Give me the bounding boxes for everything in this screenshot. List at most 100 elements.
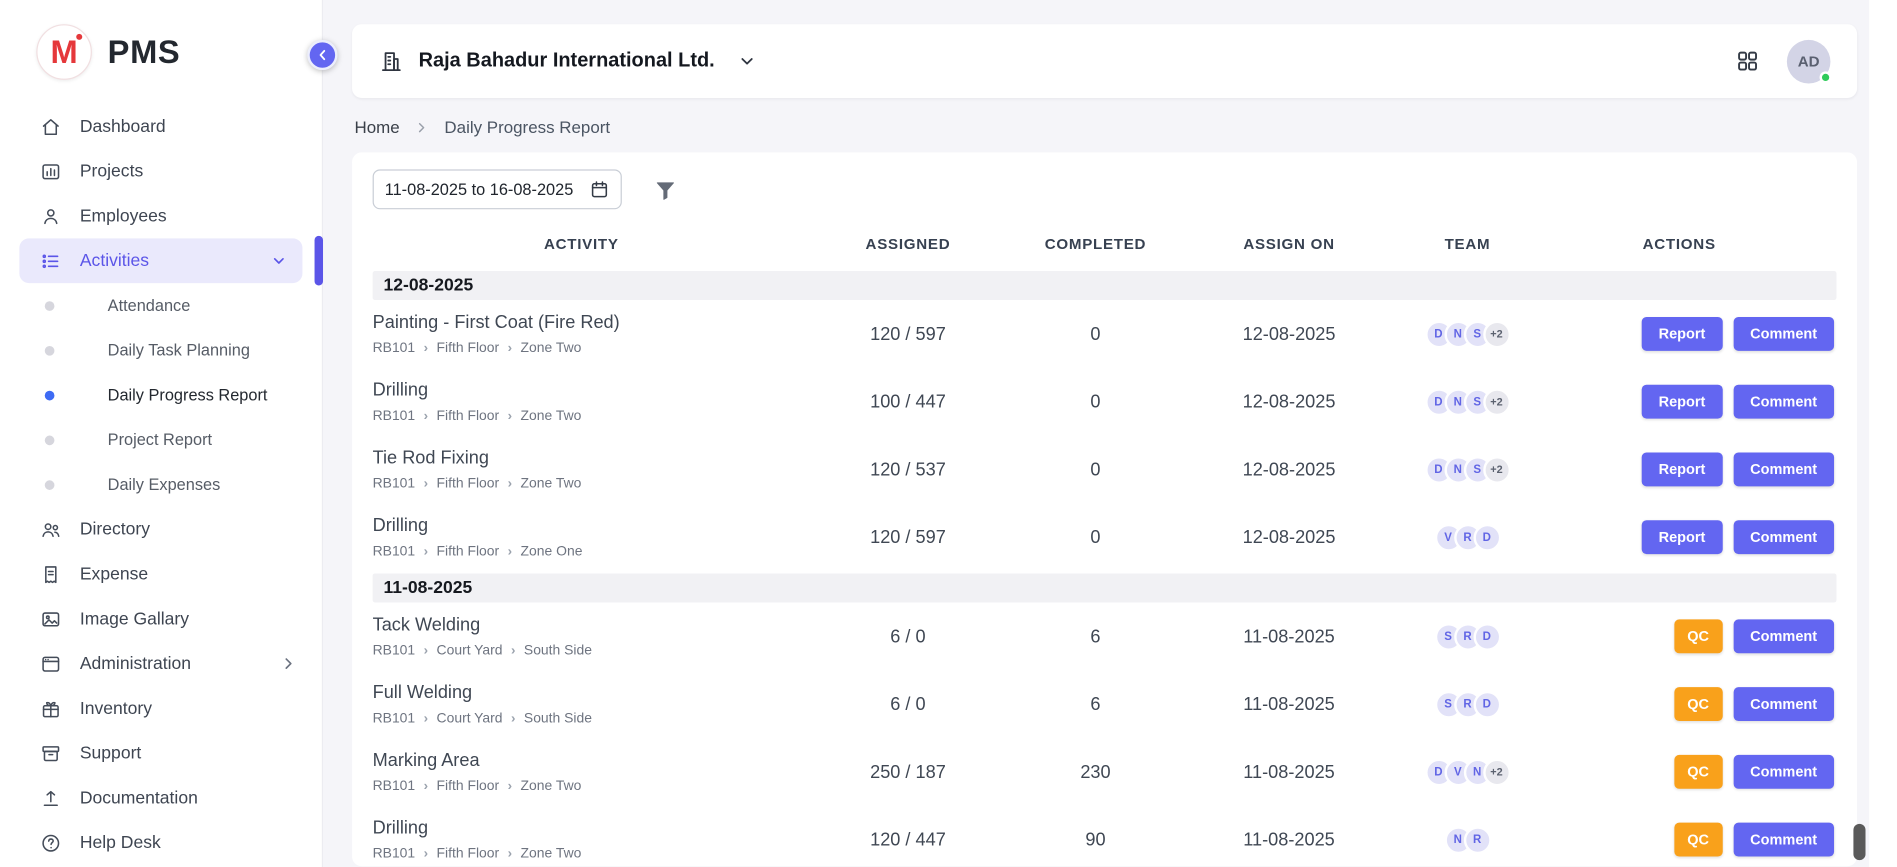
- help-desk-icon: [40, 832, 62, 854]
- qc-button[interactable]: QC: [1674, 823, 1722, 857]
- sidebar-item-dashboard[interactable]: Dashboard: [0, 104, 322, 149]
- sidebar-item-label: Expense: [80, 564, 148, 583]
- bullet-icon: [45, 390, 55, 400]
- comment-button[interactable]: Comment: [1733, 755, 1834, 789]
- team-member-avatar[interactable]: D: [1473, 690, 1501, 718]
- sidebar-subitem-daily-task-planning[interactable]: Daily Task Planning: [0, 328, 322, 373]
- team-avatars: DNS+2: [1413, 455, 1522, 483]
- team-member-avatar[interactable]: R: [1463, 826, 1491, 854]
- filter-button[interactable]: [653, 177, 677, 201]
- report-button[interactable]: Report: [1642, 385, 1723, 419]
- comment-button[interactable]: Comment: [1733, 520, 1834, 554]
- sidebar-item-image-gallary[interactable]: Image Gallary: [0, 596, 322, 641]
- company-selector[interactable]: Raja Bahadur International Ltd.: [379, 48, 757, 73]
- comment-button[interactable]: Comment: [1733, 385, 1834, 419]
- completed-value: 230: [1026, 762, 1165, 783]
- comment-button[interactable]: Comment: [1733, 687, 1834, 721]
- sidebar-item-label: Activities: [80, 251, 149, 270]
- sidebar-subitem-daily-expenses[interactable]: Daily Expenses: [0, 462, 322, 507]
- team-extra-count[interactable]: +2: [1483, 388, 1511, 416]
- assigned-value: 6 / 0: [790, 694, 1026, 715]
- sidebar-item-label: Employees: [80, 206, 167, 225]
- viewport: M PMS DashboardProjectsEmployeesActiviti…: [0, 0, 1897, 867]
- sidebar-item-projects[interactable]: Projects: [0, 149, 322, 194]
- sidebar-subitem-project-report[interactable]: Project Report: [0, 417, 322, 462]
- user-avatar[interactable]: AD: [1787, 39, 1831, 83]
- comment-button[interactable]: Comment: [1733, 619, 1834, 653]
- location-segment: Fifth Floor: [437, 341, 500, 356]
- qc-button[interactable]: QC: [1674, 687, 1722, 721]
- activity-row: Tie Rod FixingRB101›Fifth Floor›Zone Two…: [373, 437, 1837, 505]
- home-icon: [40, 116, 62, 138]
- breadcrumb-current: Daily Progress Report: [444, 117, 610, 136]
- documentation-icon: [40, 787, 62, 809]
- column-header-team: TEAM: [1413, 236, 1522, 253]
- sidebar-item-support[interactable]: Support: [0, 731, 322, 776]
- team-extra-count[interactable]: +2: [1483, 758, 1511, 786]
- chevron-right-icon: ›: [424, 779, 428, 794]
- header-actions: AD: [1735, 39, 1831, 83]
- sidebar-item-inventory[interactable]: Inventory: [0, 686, 322, 731]
- report-button[interactable]: Report: [1642, 452, 1723, 486]
- scrollbar-thumb[interactable]: [1853, 824, 1865, 860]
- team-extra-count[interactable]: +2: [1483, 320, 1511, 348]
- location-segment: Fifth Floor: [437, 477, 500, 492]
- sidebar-item-label: Help Desk: [80, 833, 161, 852]
- sidebar-item-activities[interactable]: Activities: [19, 238, 302, 283]
- assigned-value: 100 / 447: [790, 391, 1026, 412]
- location-segment: RB101: [373, 477, 416, 492]
- team-extra-count[interactable]: +2: [1483, 455, 1511, 483]
- report-button[interactable]: Report: [1642, 317, 1723, 351]
- activity-cell: DrillingRB101›Fifth Floor›Zone Two: [373, 380, 790, 424]
- comment-button[interactable]: Comment: [1733, 317, 1834, 351]
- activity-cell: Tie Rod FixingRB101›Fifth Floor›Zone Two: [373, 448, 790, 492]
- location-segment: RB101: [373, 341, 416, 356]
- chevron-right-icon: ›: [508, 847, 512, 862]
- date-group-header: 12-08-2025: [373, 271, 1837, 300]
- activity-name: Painting - First Coat (Fire Red): [373, 312, 781, 333]
- sidebar-subitem-label: Attendance: [108, 296, 191, 314]
- breadcrumb-home[interactable]: Home: [354, 117, 399, 136]
- sidebar-subitem-label: Daily Task Planning: [108, 341, 250, 359]
- sidebar-subitem-attendance[interactable]: Attendance: [0, 283, 322, 328]
- team-avatars: SRD: [1413, 622, 1522, 650]
- sidebar-item-administration[interactable]: Administration: [0, 641, 322, 686]
- team-member-avatar[interactable]: D: [1473, 622, 1501, 650]
- location-segment: RB101: [373, 409, 416, 424]
- sidebar-subitem-daily-progress-report[interactable]: Daily Progress Report: [0, 373, 322, 418]
- column-header-assign-on: ASSIGN ON: [1165, 236, 1413, 253]
- chevron-right-icon: ›: [424, 847, 428, 862]
- activity-cell: Full WeldingRB101›Court Yard›South Side: [373, 682, 790, 726]
- assign-on-date: 11-08-2025: [1165, 694, 1413, 715]
- activity-name: Drilling: [373, 380, 781, 401]
- completed-value: 0: [1026, 459, 1165, 480]
- date-range-input[interactable]: 11-08-2025 to 16-08-2025: [373, 169, 622, 209]
- report-card: 11-08-2025 to 16-08-2025 ACTIVITYASSIGNE…: [352, 152, 1857, 866]
- sidebar-item-directory[interactable]: Directory: [0, 507, 322, 552]
- qc-button[interactable]: QC: [1674, 755, 1722, 789]
- row-actions: Report Comment: [1522, 520, 1837, 554]
- building-icon: [379, 48, 404, 73]
- assign-on-date: 12-08-2025: [1165, 459, 1413, 480]
- comment-button[interactable]: Comment: [1733, 452, 1834, 486]
- sidebar-subitem-label: Daily Progress Report: [108, 386, 268, 404]
- activity-row: DrillingRB101›Fifth Floor›Zone Two120 / …: [373, 807, 1837, 866]
- sidebar-item-help-desk[interactable]: Help Desk: [0, 820, 322, 865]
- column-header-actions: ACTIONS: [1522, 236, 1837, 253]
- location-segment: Court Yard: [437, 711, 503, 726]
- sidebar-item-expense[interactable]: Expense: [0, 552, 322, 597]
- sidebar-item-label: Administration: [80, 654, 191, 673]
- team-member-avatar[interactable]: D: [1473, 523, 1501, 551]
- sidebar-item-employees[interactable]: Employees: [0, 194, 322, 239]
- sidebar-item-documentation[interactable]: Documentation: [0, 775, 322, 820]
- location-segment: Zone Two: [521, 409, 582, 424]
- activity-name: Full Welding: [373, 682, 781, 703]
- qc-button[interactable]: QC: [1674, 619, 1722, 653]
- assign-on-date: 11-08-2025: [1165, 762, 1413, 783]
- apps-grid-button[interactable]: [1735, 48, 1760, 73]
- sidebar-collapse-button[interactable]: [307, 40, 337, 70]
- report-button[interactable]: Report: [1642, 520, 1723, 554]
- comment-button[interactable]: Comment: [1733, 823, 1834, 857]
- bullet-icon: [45, 345, 55, 355]
- location-segment: Court Yard: [437, 644, 503, 659]
